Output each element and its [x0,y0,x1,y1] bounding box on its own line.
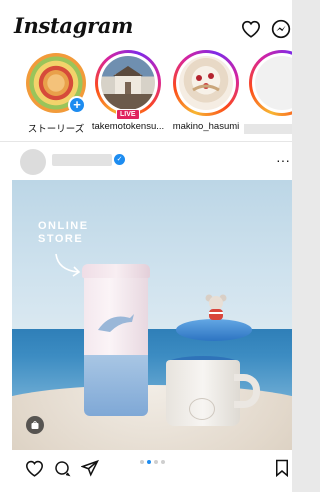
online-store-text: ONLINE STORE [38,220,89,245]
dolphin-icon [98,314,134,332]
post-author-name-redacted[interactable] [52,154,112,166]
instagram-feed-screen: Instagram + ストーリーズ LIVE takemotokensu...… [0,0,292,492]
post-actions-bar [0,450,292,492]
comment-icon[interactable] [52,458,72,478]
bear-figure-icon [205,294,227,320]
app-header: Instagram [0,0,292,46]
arrow-icon [55,253,81,277]
tagged-products-icon[interactable] [26,416,44,434]
station-avatar-image [101,56,155,110]
carousel-dot [154,460,158,464]
tumbler-wave-pattern [84,355,148,416]
story-ring [249,50,292,116]
share-icon[interactable] [80,458,100,478]
story-ring [95,50,161,116]
story-takemotokensu[interactable]: LIVE takemotokensu... [92,50,164,140]
heart-icon[interactable] [240,18,262,40]
bookmark-icon[interactable] [272,458,292,478]
post-image[interactable]: ONLINE STORE [12,180,292,450]
instagram-logo[interactable]: Instagram [14,13,133,38]
blurred-story-label [244,124,292,134]
post-header: ✓ ··· [0,142,292,180]
story-blurred[interactable] [244,50,292,140]
story-makino-hasumi[interactable]: makino_hasumi [170,50,242,140]
add-story-icon[interactable]: + [68,96,86,114]
more-options-icon[interactable]: ··· [276,152,290,168]
story-ring [173,50,239,116]
stories-tray: + ストーリーズ LIVE takemotokensu... makino_ha… [0,46,292,142]
story-own[interactable]: + ストーリーズ [20,50,92,140]
carousel-indicator [140,460,165,464]
like-heart-icon[interactable] [24,458,44,478]
tumbler-cap [82,264,150,278]
carousel-dot-active [147,460,151,464]
verified-badge-icon: ✓ [114,154,125,165]
carousel-dot [140,460,144,464]
post-author-avatar[interactable] [20,149,46,175]
story-label: takemotokensu... [91,121,165,132]
cake-avatar-image [179,56,233,110]
live-badge: LIVE [116,109,140,120]
messenger-icon[interactable] [270,18,292,40]
carousel-dot [161,460,165,464]
starbucks-siren-logo [189,398,215,420]
story-label: makino_hasumi [172,121,240,132]
